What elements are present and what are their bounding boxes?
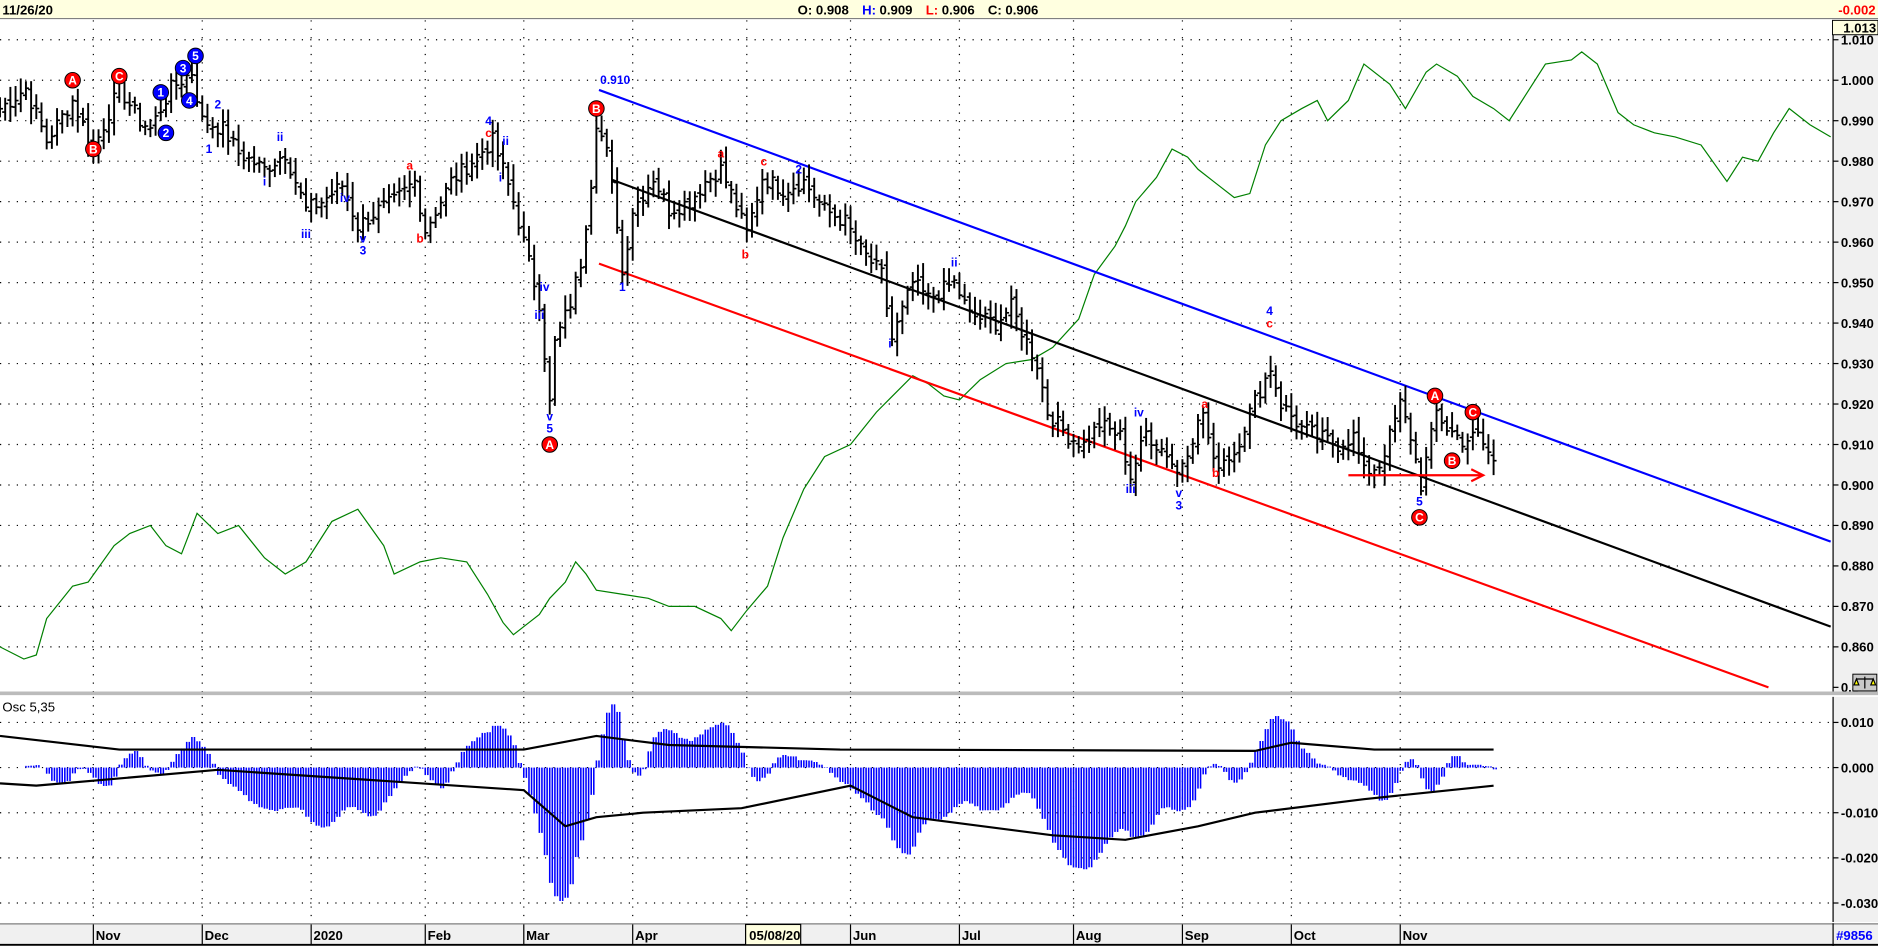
osc-tick-label: -0.020 — [1841, 851, 1878, 866]
scales-icon[interactable] — [1852, 673, 1878, 692]
wave-label: 2 — [795, 162, 802, 176]
price-tick-label: 0.950 — [1841, 275, 1874, 290]
header-change: -0.002 — [1838, 2, 1875, 17]
oscillator-title: Osc 5,35 — [2, 699, 55, 714]
wave-label: c — [485, 126, 492, 140]
wave-label: c — [761, 154, 768, 168]
time-tick-label: Oct — [1294, 928, 1317, 943]
wave-label: A — [545, 438, 554, 452]
price-tick-label: 0.870 — [1841, 599, 1874, 614]
wave-label: A — [68, 74, 77, 88]
price-tick-label: 1.000 — [1841, 73, 1874, 88]
time-tick-label: Aug — [1076, 928, 1102, 943]
wave-label: 3 — [1175, 498, 1182, 512]
time-tick-label: Mar — [526, 928, 549, 943]
wave-label: b — [742, 247, 749, 261]
wave-label: C — [1469, 405, 1478, 419]
price-tick-label: 0.910 — [1841, 437, 1874, 452]
wave-label: iv — [540, 280, 550, 294]
price-tick-label: 0.980 — [1841, 154, 1874, 169]
price-tick-label: 1.010 — [1841, 33, 1874, 48]
time-tick-label: Sep — [1185, 928, 1209, 943]
time-tick-label: Nov — [96, 928, 122, 943]
wave-label: ii — [277, 130, 284, 144]
wave-label: C — [115, 69, 124, 83]
wave-label: i — [888, 337, 891, 351]
time-tick-label: Jun — [853, 928, 876, 943]
wave-label: 2 — [163, 126, 170, 140]
time-tick-label: Dec — [205, 928, 229, 943]
time-tick-label: 2020 — [314, 928, 343, 943]
price-pane: 0.910 ABC1234521iiiiiiivv3ab4ciiiiviiiv5… — [0, 20, 1833, 693]
wave-label: A — [1431, 389, 1440, 403]
wave-label: B — [89, 142, 98, 156]
osc-tick-label: 0.000 — [1841, 760, 1874, 775]
price-tick-label: 0.960 — [1841, 235, 1874, 250]
channel-label: 0.910 — [600, 73, 630, 87]
wave-label: iv — [1134, 405, 1144, 419]
wave-label: 1 — [619, 280, 626, 294]
wave-label: 2 — [214, 98, 221, 112]
wave-label: iii — [1126, 482, 1136, 496]
oscillator-pane: Osc 5,35 — [0, 696, 1833, 923]
wave-label: B — [1448, 454, 1457, 468]
wave-label: a — [718, 146, 725, 160]
wave-label: b — [1212, 466, 1219, 480]
wave-label: ii — [951, 256, 958, 270]
wave-label: 1 — [206, 142, 213, 156]
header-date: 11/26/20 — [2, 2, 53, 17]
time-axis — [0, 923, 1878, 946]
wave-label: B — [592, 102, 601, 116]
wave-label: 3 — [360, 243, 367, 257]
osc-tick-label: 0.010 — [1841, 715, 1874, 730]
wave-label: a — [1201, 397, 1208, 411]
wave-label: b — [416, 231, 423, 245]
wave-label: 5 — [546, 422, 553, 436]
price-tick-label: 0.920 — [1841, 397, 1874, 412]
wave-label: 3 — [180, 61, 187, 75]
time-tick-label: 05/08/20 — [749, 928, 800, 943]
price-tick-label: 0.860 — [1841, 640, 1874, 655]
wave-label: c — [1266, 316, 1273, 330]
osc-tick-label: -0.030 — [1841, 896, 1878, 911]
time-tick-label: Jul — [962, 928, 981, 943]
wave-label: iv — [340, 191, 350, 205]
time-tick-label: Nov — [1403, 928, 1429, 943]
wave-label: a — [406, 158, 413, 172]
osc-tick-label: -0.010 — [1841, 806, 1878, 821]
wave-label: C — [1415, 511, 1424, 525]
header-bar — [0, 0, 1878, 18]
price-tick-label: 0.930 — [1841, 356, 1874, 371]
price-tick-label: 0.990 — [1841, 113, 1874, 128]
footer-id[interactable]: #9856 — [1836, 928, 1873, 943]
price-tick-label: 0.900 — [1841, 478, 1874, 493]
price-tick-label: 0.890 — [1841, 518, 1874, 533]
wave-label: i — [499, 171, 502, 185]
wave-label: iii — [301, 227, 311, 241]
price-tick-label: 0.970 — [1841, 194, 1874, 209]
wave-label: 4 — [186, 94, 193, 108]
price-tick-label: 0.880 — [1841, 559, 1874, 574]
wave-label: 5 — [1416, 494, 1423, 508]
time-tick-label: Feb — [428, 928, 451, 943]
time-tick-label: Apr — [635, 928, 658, 943]
wave-label: iii — [534, 308, 544, 322]
chart: 11/26/20 O: 0.908 H: 0.909 L: 0.906 C: 0.906… — [0, 0, 1878, 946]
wave-label: i — [263, 175, 266, 189]
wave-label: 5 — [192, 49, 199, 63]
wave-label: ii — [502, 134, 509, 148]
price-tick-label: 0.940 — [1841, 316, 1874, 331]
wave-label: 1 — [157, 86, 164, 100]
